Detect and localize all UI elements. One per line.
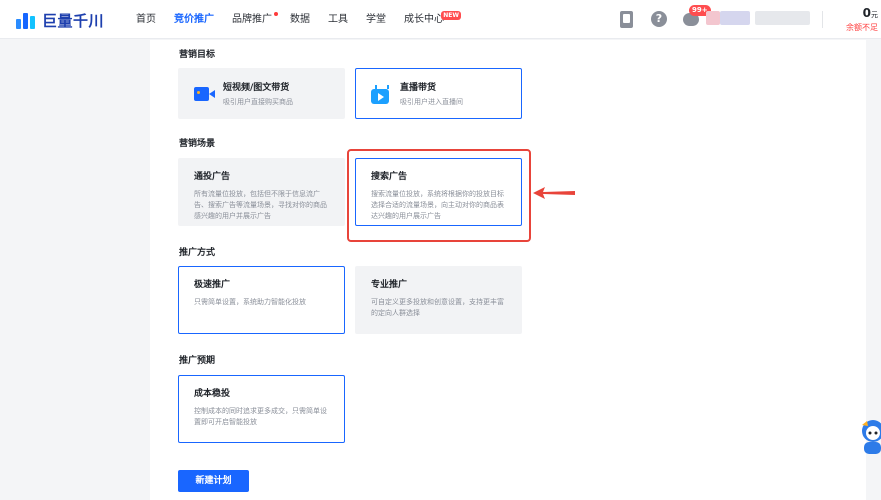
card-description: 可自定义更多投放和创意设置，支持更丰富的定向人群选择 (371, 298, 504, 317)
nav-item-growth-center[interactable]: 成长中心 NEW (404, 0, 461, 39)
top-navigation-bar: 巨量千川 首页 竞价推广 品牌推广 数据 工具 学堂 成长中心 NEW ? 99… (0, 0, 881, 39)
help-icon[interactable]: ? (651, 11, 667, 27)
card-title: 短视频/图文带货 (223, 82, 290, 93)
goal-card-live-stream[interactable]: 直播带货 吸引用户进入直播间 (355, 68, 522, 119)
nav-item-label: 首页 (136, 14, 156, 25)
section-title-marketing-scene: 营销场景 (179, 139, 216, 149)
account-balance[interactable]: 0元 余额不足 (832, 6, 878, 34)
account-id[interactable] (755, 11, 810, 25)
video-icon-wrapper (194, 85, 215, 103)
new-badge: NEW (441, 11, 461, 20)
nav-item-label: 学堂 (366, 14, 386, 25)
nav-item-label: 成长中心 (404, 14, 444, 25)
logo[interactable]: 巨量千川 (16, 10, 104, 30)
logo-text: 巨量千川 (42, 11, 105, 30)
new-plan-button[interactable]: 新建计划 (178, 470, 249, 492)
card-title: 专业推广 (371, 280, 408, 290)
expectation-card-stable-cost[interactable]: 成本稳投 控制成本的同时追求更多成交，只需简单设置即可开启智能投放 (178, 375, 345, 443)
card-title: 极速推广 (194, 280, 231, 290)
balance-warning: 余额不足 (846, 23, 878, 32)
nav-item-tools[interactable]: 工具 (328, 0, 348, 39)
nav-item-brand-promotion[interactable]: 品牌推广 (232, 0, 278, 39)
live-tv-icon (371, 88, 389, 104)
nav-item-academy[interactable]: 学堂 (366, 0, 386, 39)
nav-item-data[interactable]: 数据 (290, 0, 310, 39)
section-title-promotion-method: 推广方式 (179, 248, 216, 258)
account-name[interactable] (720, 11, 750, 25)
card-description: 只需简单设置，系统助力智能化投放 (194, 298, 306, 306)
annotation-highlight-box (347, 149, 531, 242)
assistant-mascot-icon[interactable] (858, 417, 881, 459)
card-description: 吸引用户进入直播间 (400, 97, 463, 106)
video-camera-icon (194, 86, 215, 101)
main-nav: 首页 竞价推广 品牌推广 数据 工具 学堂 成长中心 NEW (136, 0, 462, 39)
nav-item-label: 品牌推广 (232, 14, 272, 25)
balance-value: 0 (862, 6, 871, 20)
nav-item-bidding-promotion[interactable]: 竞价推广 (174, 0, 214, 39)
card-description: 吸引用户直接购买商品 (223, 97, 293, 106)
mobile-phone-icon[interactable] (620, 11, 633, 28)
annotation-arrow-icon (533, 187, 575, 199)
balance-amount: 0元 (832, 6, 878, 22)
red-dot-indicator (274, 12, 278, 16)
logo-bars-icon (16, 11, 36, 29)
account-avatar[interactable] (706, 11, 720, 25)
card-text: 短视频/图文带货 吸引用户直接购买商品 (223, 80, 293, 108)
nav-item-label: 竞价推广 (174, 14, 214, 25)
method-card-professional[interactable]: 专业推广 可自定义更多投放和创意设置，支持更丰富的定向人群选择 (355, 266, 522, 334)
goal-card-short-video[interactable]: 短视频/图文带货 吸引用户直接购买商品 (178, 68, 345, 119)
method-card-quick[interactable]: 极速推广 只需简单设置，系统助力智能化投放 (178, 266, 345, 334)
section-title-promotion-expectation: 推广预期 (179, 356, 216, 366)
card-description: 所有流量位投放，包括但不限于信息流广告、搜索广告等流量场景，寻找对你的商品感兴趣… (194, 190, 327, 220)
divider (822, 11, 823, 28)
nav-item-label: 工具 (328, 14, 348, 25)
balance-unit: 元 (871, 11, 878, 19)
card-title: 直播带货 (400, 82, 437, 93)
card-description: 控制成本的同时追求更多成交，只需简单设置即可开启智能投放 (194, 407, 327, 426)
nav-item-home[interactable]: 首页 (136, 0, 156, 39)
section-title-marketing-goal: 营销目标 (179, 50, 216, 60)
card-title: 成本稳投 (194, 389, 231, 399)
tv-icon-wrapper (371, 85, 391, 104)
card-title: 通投广告 (194, 172, 231, 182)
card-text: 直播带货 吸引用户进入直播间 (400, 80, 463, 108)
nav-item-label: 数据 (290, 14, 310, 25)
scene-card-general-ads[interactable]: 通投广告 所有流量位投放，包括但不限于信息流广告、搜索广告等流量场景，寻找对你的… (178, 158, 345, 226)
